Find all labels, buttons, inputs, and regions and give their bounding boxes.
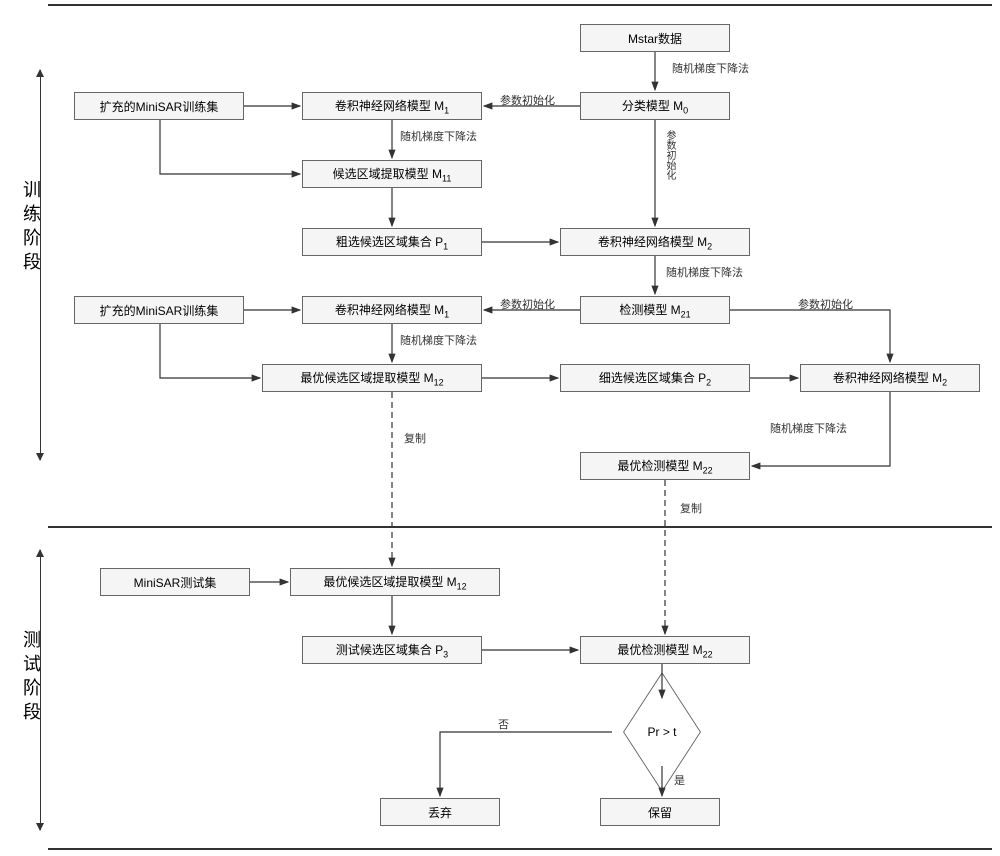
text-m11-sub: 11 (442, 173, 451, 183)
text-testset: MiniSAR测试集 (134, 574, 217, 591)
box-m11: 候选区域提取模型 M11 (302, 160, 482, 188)
text-aug2: 扩充的MiniSAR训练集 (100, 302, 219, 319)
text-m11: 候选区域提取模型 M (333, 167, 442, 181)
label-init-2: 参数初始化 (500, 296, 555, 312)
label-sgd-5: 随机梯度下降法 (770, 420, 847, 436)
diamond-cond: Pr > t (612, 702, 712, 762)
text-m21: 检测模型 M (619, 303, 680, 317)
text-m12: 最优候选区域提取模型 M (300, 371, 433, 385)
text-aug1: 扩充的MiniSAR训练集 (100, 98, 219, 115)
label-sgd-1: 随机梯度下降法 (672, 60, 749, 76)
box-discard: 丢弃 (380, 798, 500, 826)
text-keep: 保留 (648, 804, 672, 821)
text-m0-sub: 0 (683, 105, 688, 115)
box-testset: MiniSAR测试集 (100, 568, 250, 596)
label-init-v: 参数初始化 (664, 130, 675, 180)
text-m12test-sub: 12 (457, 581, 467, 591)
text-m21-sub: 21 (681, 309, 691, 319)
box-m22-test: 最优检测模型 M22 (580, 636, 750, 664)
box-m1-top: 卷积神经网络模型 M1 (302, 92, 482, 120)
text-discard: 丢弃 (428, 804, 452, 821)
text-m12test: 最优候选区域提取模型 M (323, 575, 456, 589)
box-m12: 最优候选区域提取模型 M12 (262, 364, 482, 392)
text-m2top-sub: 2 (707, 241, 712, 251)
box-aug1: 扩充的MiniSAR训练集 (74, 92, 244, 120)
text-p2-sub: 2 (706, 377, 711, 387)
text-mstar: Mstar数据 (628, 30, 682, 47)
text-m2bot: 卷积神经网络模型 M (833, 371, 942, 385)
box-m2-bot: 卷积神经网络模型 M2 (800, 364, 980, 392)
text-m22: 最优检测模型 M (617, 459, 702, 473)
label-copy-2: 复制 (680, 500, 702, 516)
box-m12-test: 最优候选区域提取模型 M12 (290, 568, 500, 596)
text-p1-sub: 1 (443, 241, 448, 251)
text-m22test: 最优检测模型 M (617, 643, 702, 657)
box-aug2: 扩充的MiniSAR训练集 (74, 296, 244, 324)
label-sgd-4: 随机梯度下降法 (400, 332, 477, 348)
label-yes: 是 (674, 772, 685, 788)
box-m0: 分类模型 M0 (580, 92, 730, 120)
box-m1-bot: 卷积神经网络模型 M1 (302, 296, 482, 324)
box-m2-top: 卷积神经网络模型 M2 (560, 228, 750, 256)
text-m2top: 卷积神经网络模型 M (598, 235, 707, 249)
box-p2: 细选候选区域集合 P2 (560, 364, 750, 392)
train-extent-arrow (40, 70, 56, 460)
text-p3-sub: 3 (443, 649, 448, 659)
text-m12-sub: 12 (434, 377, 444, 387)
box-m22: 最优检测模型 M22 (580, 452, 750, 480)
box-keep: 保留 (600, 798, 720, 826)
text-m1bot-sub: 1 (444, 309, 449, 319)
text-m2bot-sub: 2 (942, 377, 947, 387)
test-extent-arrow (40, 550, 56, 830)
text-p2: 细选候选区域集合 P (599, 371, 706, 385)
box-mstar: Mstar数据 (580, 24, 730, 52)
label-init-1: 参数初始化 (500, 92, 555, 108)
box-p3: 测试候选区域集合 P3 (302, 636, 482, 664)
text-p1: 粗选候选区域集合 P (336, 235, 443, 249)
text-m0: 分类模型 M (622, 99, 683, 113)
text-m1bot: 卷积神经网络模型 M (335, 303, 444, 317)
text-m22test-sub: 22 (703, 649, 713, 659)
train-frame (48, 4, 992, 528)
box-p1: 粗选候选区域集合 P1 (302, 228, 482, 256)
box-m21: 检测模型 M21 (580, 296, 730, 324)
text-p3: 测试候选区域集合 P (336, 643, 443, 657)
label-sgd-3: 随机梯度下降法 (666, 264, 743, 280)
text-m22-sub: 22 (703, 465, 713, 475)
text-cond: Pr > t (647, 725, 676, 739)
text-m1top: 卷积神经网络模型 M (335, 99, 444, 113)
label-no: 否 (498, 716, 509, 732)
label-copy-1: 复制 (404, 430, 426, 446)
text-m1top-sub: 1 (444, 105, 449, 115)
label-init-3: 参数初始化 (798, 296, 853, 312)
label-sgd-2: 随机梯度下降法 (400, 128, 477, 144)
